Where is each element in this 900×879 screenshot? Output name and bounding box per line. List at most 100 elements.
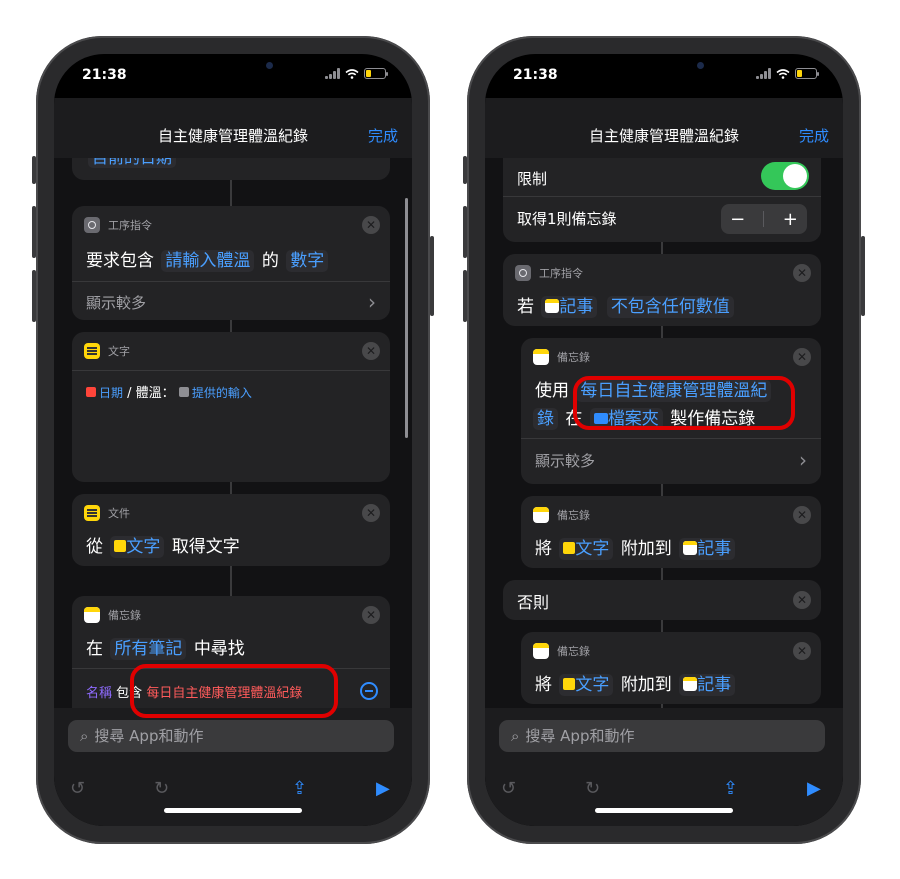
card-text[interactable]: 文字 ✕ 日期 / 體溫： 提供的輸入 — [72, 332, 390, 482]
search-bar[interactable]: ⌕ 搜尋 App和動作 — [499, 720, 825, 752]
text-token[interactable]: 文字 — [559, 538, 614, 560]
text-icon — [84, 343, 100, 359]
calendar-icon — [86, 387, 96, 397]
phone-left: 21:38 自主健康管理體溫紀錄 完成 目前的日期 工序指令 ✕ 要求包含 請輸… — [32, 36, 434, 844]
volume-up-button — [32, 206, 36, 258]
card-if[interactable]: 工序指令 ✕ 若 記事 不包含任何數值 — [503, 254, 821, 326]
notes-token[interactable]: 記事 — [679, 538, 736, 560]
play-icon[interactable]: ▶ — [807, 778, 821, 799]
gear-icon — [178, 387, 189, 397]
notes-icon — [683, 677, 698, 691]
undo-icon[interactable]: ↺ — [70, 778, 85, 799]
signal-icon — [756, 68, 771, 79]
show-more-button[interactable]: 顯示較多 — [535, 450, 595, 471]
search-icon: ⌕ — [511, 727, 520, 745]
chevron-right-icon: › — [368, 290, 376, 314]
condition-token[interactable]: 不包含任何數值 — [606, 296, 734, 318]
volume-up-button — [463, 206, 467, 258]
screen-left: 21:38 自主健康管理體溫紀錄 完成 目前的日期 工序指令 ✕ 要求包含 請輸… — [54, 54, 412, 826]
date-token[interactable]: 日期 — [86, 384, 123, 401]
redo-icon[interactable]: ↻ — [154, 778, 169, 799]
card-current-date-partial[interactable]: 目前的日期 — [72, 158, 390, 180]
workflow-content[interactable]: 限制 取得1則備忘錄 − + 工序指令 ✕ 若 記事 不包含任何數值 備忘錄 ✕… — [485, 158, 843, 718]
limit-toggle[interactable] — [761, 162, 809, 190]
append-to-label: 附加到 — [620, 539, 672, 559]
wifi-icon — [776, 68, 790, 79]
card-get-text[interactable]: 文件 ✕ 從 文字 取得文字 — [72, 494, 390, 566]
filter-name-label[interactable]: 名稱 — [86, 686, 112, 701]
card-category: 備忘錄 — [557, 645, 590, 658]
signal-icon — [325, 68, 340, 79]
card-category: 備忘錄 — [108, 609, 141, 622]
mute-switch — [463, 156, 467, 184]
share-icon[interactable]: ⇪ — [292, 778, 307, 799]
text-token[interactable]: 文字 — [110, 536, 165, 558]
search-icon: ⌕ — [80, 727, 89, 745]
card-append-note-2[interactable]: 備忘錄 ✕ 將 文字 附加到 記事 — [521, 632, 821, 704]
close-icon[interactable]: ✕ — [362, 504, 380, 522]
use-label: 使用 — [535, 381, 569, 401]
in-label: 在 — [86, 639, 103, 659]
camera — [266, 62, 273, 69]
card-otherwise[interactable]: 否則 ✕ — [503, 580, 821, 620]
close-icon[interactable]: ✕ — [793, 506, 811, 524]
card-category: 文件 — [108, 507, 130, 520]
text-token[interactable]: 文字 — [559, 674, 614, 696]
close-icon[interactable]: ✕ — [793, 642, 811, 660]
divider — [72, 370, 390, 371]
close-icon[interactable]: ✕ — [362, 342, 380, 360]
limit-label: 限制 — [517, 170, 548, 188]
stepper-plus-button[interactable]: + — [783, 209, 798, 230]
done-button[interactable]: 完成 — [799, 125, 829, 146]
provided-input-token[interactable]: 提供的輸入 — [178, 384, 252, 401]
chevron-right-icon: › — [799, 448, 807, 472]
card-append-note-1[interactable]: 備忘錄 ✕ 將 文字 附加到 記事 — [521, 496, 821, 568]
text-icon — [114, 540, 127, 552]
home-indicator[interactable] — [164, 808, 302, 813]
card-category: 工序指令 — [108, 219, 152, 232]
card-find-notes-options[interactable]: 限制 取得1則備忘錄 − + — [503, 158, 821, 242]
close-icon[interactable]: ✕ — [793, 348, 811, 366]
input-type-token[interactable]: 數字 — [286, 250, 329, 272]
status-time: 21:38 — [82, 67, 127, 83]
connector — [661, 620, 663, 632]
search-placeholder: 搜尋 App和動作 — [525, 727, 635, 745]
nav-title: 自主健康管理體溫紀錄 — [588, 127, 739, 145]
volume-down-button — [32, 270, 36, 322]
connector — [230, 320, 232, 332]
search-bar[interactable]: ⌕ 搜尋 App和動作 — [68, 720, 394, 752]
workflow-content[interactable]: 目前的日期 工序指令 ✕ 要求包含 請輸入體溫 的 數字 顯示較多 › — [54, 158, 412, 718]
share-icon[interactable]: ⇪ — [723, 778, 738, 799]
show-more-button[interactable]: 顯示較多 — [86, 292, 146, 313]
remove-filter-icon[interactable] — [360, 682, 378, 700]
ask-prefix: 要求包含 — [86, 251, 154, 271]
close-icon[interactable]: ✕ — [362, 606, 380, 624]
close-icon[interactable]: ✕ — [793, 264, 811, 282]
notes-token[interactable]: 記事 — [679, 674, 736, 696]
all-notes-token[interactable]: 所有筆記 — [110, 638, 187, 660]
stepper-minus-button[interactable]: − — [730, 209, 745, 230]
highlight-box — [573, 376, 795, 430]
mute-switch — [32, 156, 36, 184]
close-icon[interactable]: ✕ — [793, 591, 811, 609]
notes-token[interactable]: 記事 — [541, 296, 598, 318]
notes-icon — [533, 349, 549, 365]
prompt-token[interactable]: 請輸入體溫 — [161, 250, 255, 272]
done-button[interactable]: 完成 — [368, 125, 398, 146]
phone-right: 21:38 自主健康管理體溫紀錄 完成 限制 取得1則備忘錄 − + 工序指令 … — [463, 36, 865, 844]
if-label: 若 — [517, 297, 534, 317]
scrollbar[interactable] — [405, 198, 408, 438]
close-icon[interactable]: ✕ — [362, 216, 380, 234]
card-ask-for-input[interactable]: 工序指令 ✕ 要求包含 請輸入體溫 的 數字 顯示較多 › — [72, 206, 390, 320]
card-category: 備忘錄 — [557, 509, 590, 522]
current-date-token[interactable]: 目前的日期 — [88, 158, 177, 168]
redo-icon[interactable]: ↻ — [585, 778, 600, 799]
note-title-token-tail[interactable]: 錄 — [533, 408, 558, 430]
battery-icon — [364, 68, 388, 79]
play-icon[interactable]: ▶ — [376, 778, 390, 799]
home-indicator[interactable] — [595, 808, 733, 813]
will-label: 將 — [535, 539, 552, 559]
count-stepper[interactable]: − + — [721, 204, 807, 234]
connector — [230, 180, 232, 206]
undo-icon[interactable]: ↺ — [501, 778, 516, 799]
